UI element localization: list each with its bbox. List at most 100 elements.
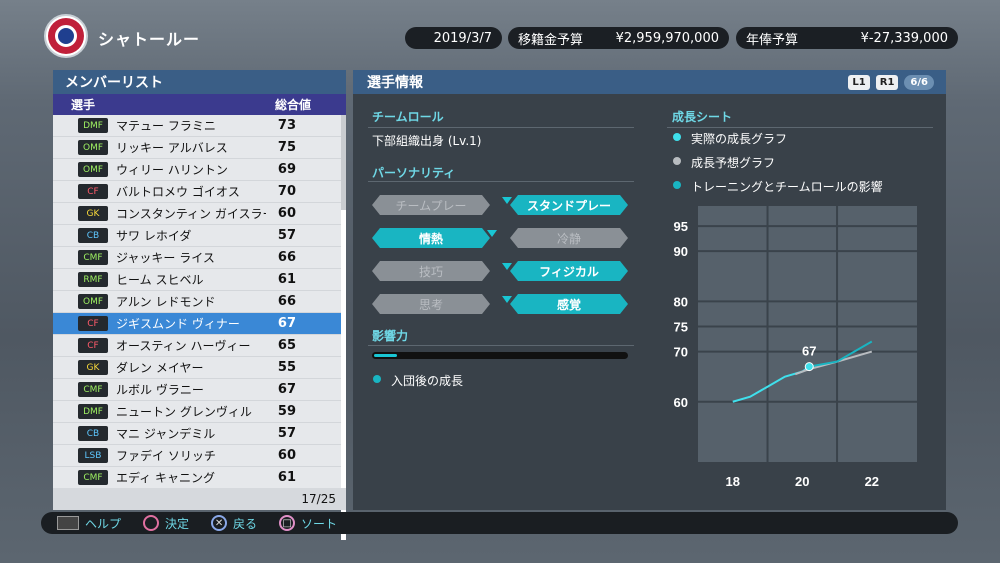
player-overall: 57 bbox=[277, 228, 296, 243]
personality-pointer-icon bbox=[502, 197, 512, 204]
influence-heading: 影響力 bbox=[372, 329, 409, 343]
column-player: 選手 bbox=[71, 98, 96, 112]
player-overall: 59 bbox=[277, 404, 296, 419]
bottom-controls-bar: ヘルプ 決定 ✕ 戻る □ ソート bbox=[41, 512, 958, 534]
personality-pointer-icon bbox=[502, 296, 512, 303]
y-tick-label: 90 bbox=[674, 244, 688, 259]
salary-budget-label: 年俸予算 bbox=[746, 32, 799, 48]
position-badge: CF bbox=[78, 184, 108, 199]
player-name: ファデイ ソリッチ bbox=[116, 449, 216, 463]
touchpad-icon bbox=[57, 516, 79, 530]
player-row[interactable]: CF オースティン ハーヴィー 65 bbox=[53, 335, 341, 357]
player-row[interactable]: CB サワ レホイダ 57 bbox=[53, 225, 341, 247]
player-row[interactable]: CF バルトロメウ ゴイオス 70 bbox=[53, 181, 341, 203]
player-overall: 57 bbox=[277, 426, 296, 441]
player-row[interactable]: RMF ヒーム スヒベル 61 bbox=[53, 269, 341, 291]
player-overall: 66 bbox=[277, 250, 296, 265]
player-name: オースティン ハーヴィー bbox=[116, 339, 251, 353]
sort-label[interactable]: ソート bbox=[301, 515, 337, 532]
divider bbox=[368, 127, 634, 128]
player-overall: 60 bbox=[277, 448, 296, 463]
y-tick-label: 75 bbox=[674, 319, 688, 334]
player-name: ルボル ヴラニー bbox=[116, 383, 204, 397]
current-ovr-label: 67 bbox=[802, 344, 816, 359]
position-badge: OMF bbox=[78, 140, 108, 155]
current-ovr-point bbox=[804, 362, 814, 372]
divider bbox=[368, 345, 634, 346]
personality-right-3: 感覚 bbox=[510, 294, 628, 314]
help-label[interactable]: ヘルプ bbox=[85, 515, 121, 532]
player-row[interactable]: OMF リッキー アルバレス 75 bbox=[53, 137, 341, 159]
player-row[interactable]: GK ダレン メイヤー 55 bbox=[53, 357, 341, 379]
influence-legend-dot bbox=[373, 375, 381, 383]
influence-bar-fill bbox=[374, 354, 397, 357]
member-list-column-header: 選手 総合値 bbox=[53, 94, 346, 115]
legend-dot-actual bbox=[673, 133, 681, 141]
position-badge: OMF bbox=[78, 162, 108, 177]
transfer-budget: 移籍金予算 ¥2,959,970,000 bbox=[508, 27, 729, 49]
position-badge: GK bbox=[78, 206, 108, 221]
player-row[interactable]: GK コンスタンティン ガイスラー 60 bbox=[53, 203, 341, 225]
player-row[interactable]: CMF ルボル ヴラニー 67 bbox=[53, 379, 341, 401]
player-row[interactable]: CF ジギスムンド ヴィナー 67 bbox=[53, 313, 341, 335]
player-row[interactable]: OMF アルン レドモンド 66 bbox=[53, 291, 341, 313]
position-badge: CB bbox=[78, 426, 108, 441]
cross-button-icon: ✕ bbox=[211, 515, 228, 531]
player-row[interactable]: CMF ジャッキー ライス 66 bbox=[53, 247, 341, 269]
player-overall: 69 bbox=[277, 162, 296, 177]
player-row[interactable]: CMF エディ キャニング 61 bbox=[53, 467, 341, 489]
position-badge: LSB bbox=[78, 448, 108, 463]
player-info-title: 選手情報 bbox=[367, 75, 423, 91]
player-name: リッキー アルバレス bbox=[116, 141, 228, 155]
player-row[interactable]: LSB ファデイ ソリッチ 60 bbox=[53, 445, 341, 467]
player-name: ジャッキー ライス bbox=[116, 251, 215, 265]
personality-left-0: チームプレー bbox=[372, 195, 490, 215]
player-list: DMF マテュー フラミニ 73 OMF リッキー アルバレス 75 OMF ウィリー ハリン… bbox=[53, 115, 341, 489]
r1-button-hint[interactable]: R1 bbox=[875, 75, 899, 90]
y-tick-label: 95 bbox=[674, 219, 688, 234]
circle-button-icon bbox=[143, 515, 160, 531]
personality-left-1: 情熱 bbox=[372, 228, 490, 248]
player-overall: 66 bbox=[277, 294, 296, 309]
player-row[interactable]: CB マニ ジャンデミル 57 bbox=[53, 423, 341, 445]
date-value: 2019/3/7 bbox=[433, 30, 492, 46]
position-badge: CMF bbox=[78, 470, 108, 485]
member-count: 17/25 bbox=[53, 488, 346, 510]
l1-button-hint[interactable]: L1 bbox=[848, 75, 870, 90]
player-name: ウィリー ハリントン bbox=[116, 163, 228, 177]
player-list-scrollbar[interactable] bbox=[341, 115, 346, 540]
team-role-value: 下部組織出身 (Lv.1) bbox=[372, 134, 482, 148]
position-badge: CF bbox=[78, 338, 108, 353]
transfer-budget-value: ¥2,959,970,000 bbox=[615, 30, 719, 46]
player-row[interactable]: DMF マテュー フラミニ 73 bbox=[53, 115, 341, 137]
y-tick-label: 70 bbox=[674, 345, 688, 360]
member-list-title: メンバーリスト bbox=[53, 70, 346, 94]
player-name: コンスタンティン ガイスラー bbox=[116, 207, 266, 221]
personality-right-0: スタンドプレー bbox=[510, 195, 628, 215]
legend-actual: 実際の成長グラフ bbox=[691, 132, 788, 146]
personality-heading: パーソナリティ bbox=[372, 166, 456, 180]
legend-training: トレーニングとチームロールの影響 bbox=[691, 180, 883, 194]
player-overall: 73 bbox=[277, 118, 296, 133]
back-label[interactable]: 戻る bbox=[233, 515, 257, 532]
position-badge: DMF bbox=[78, 404, 108, 419]
personality-left-3: 思考 bbox=[372, 294, 490, 314]
position-badge: CMF bbox=[78, 382, 108, 397]
position-badge: RMF bbox=[78, 272, 108, 287]
player-row[interactable]: OMF ウィリー ハリントン 69 bbox=[53, 159, 341, 181]
player-overall: 67 bbox=[277, 382, 296, 397]
decide-label[interactable]: 決定 bbox=[165, 515, 189, 532]
player-overall: 65 bbox=[277, 338, 296, 353]
player-name: ジギスムンド ヴィナー bbox=[116, 317, 240, 331]
influence-legend-label: 入団後の成長 bbox=[391, 374, 464, 388]
personality-pointer-icon bbox=[487, 230, 497, 237]
y-tick-label: 80 bbox=[674, 294, 688, 309]
growth-sheet-heading: 成長シート bbox=[672, 110, 733, 124]
column-overall: 総合値 bbox=[274, 98, 311, 112]
player-overall: 60 bbox=[277, 206, 296, 221]
player-row[interactable]: DMF ニュートン グレンヴィル 59 bbox=[53, 401, 341, 423]
personality-right-1: 冷静 bbox=[510, 228, 628, 248]
position-badge: CMF bbox=[78, 250, 108, 265]
page-indicator: 6/6 bbox=[904, 75, 934, 90]
player-overall: 55 bbox=[277, 360, 296, 375]
